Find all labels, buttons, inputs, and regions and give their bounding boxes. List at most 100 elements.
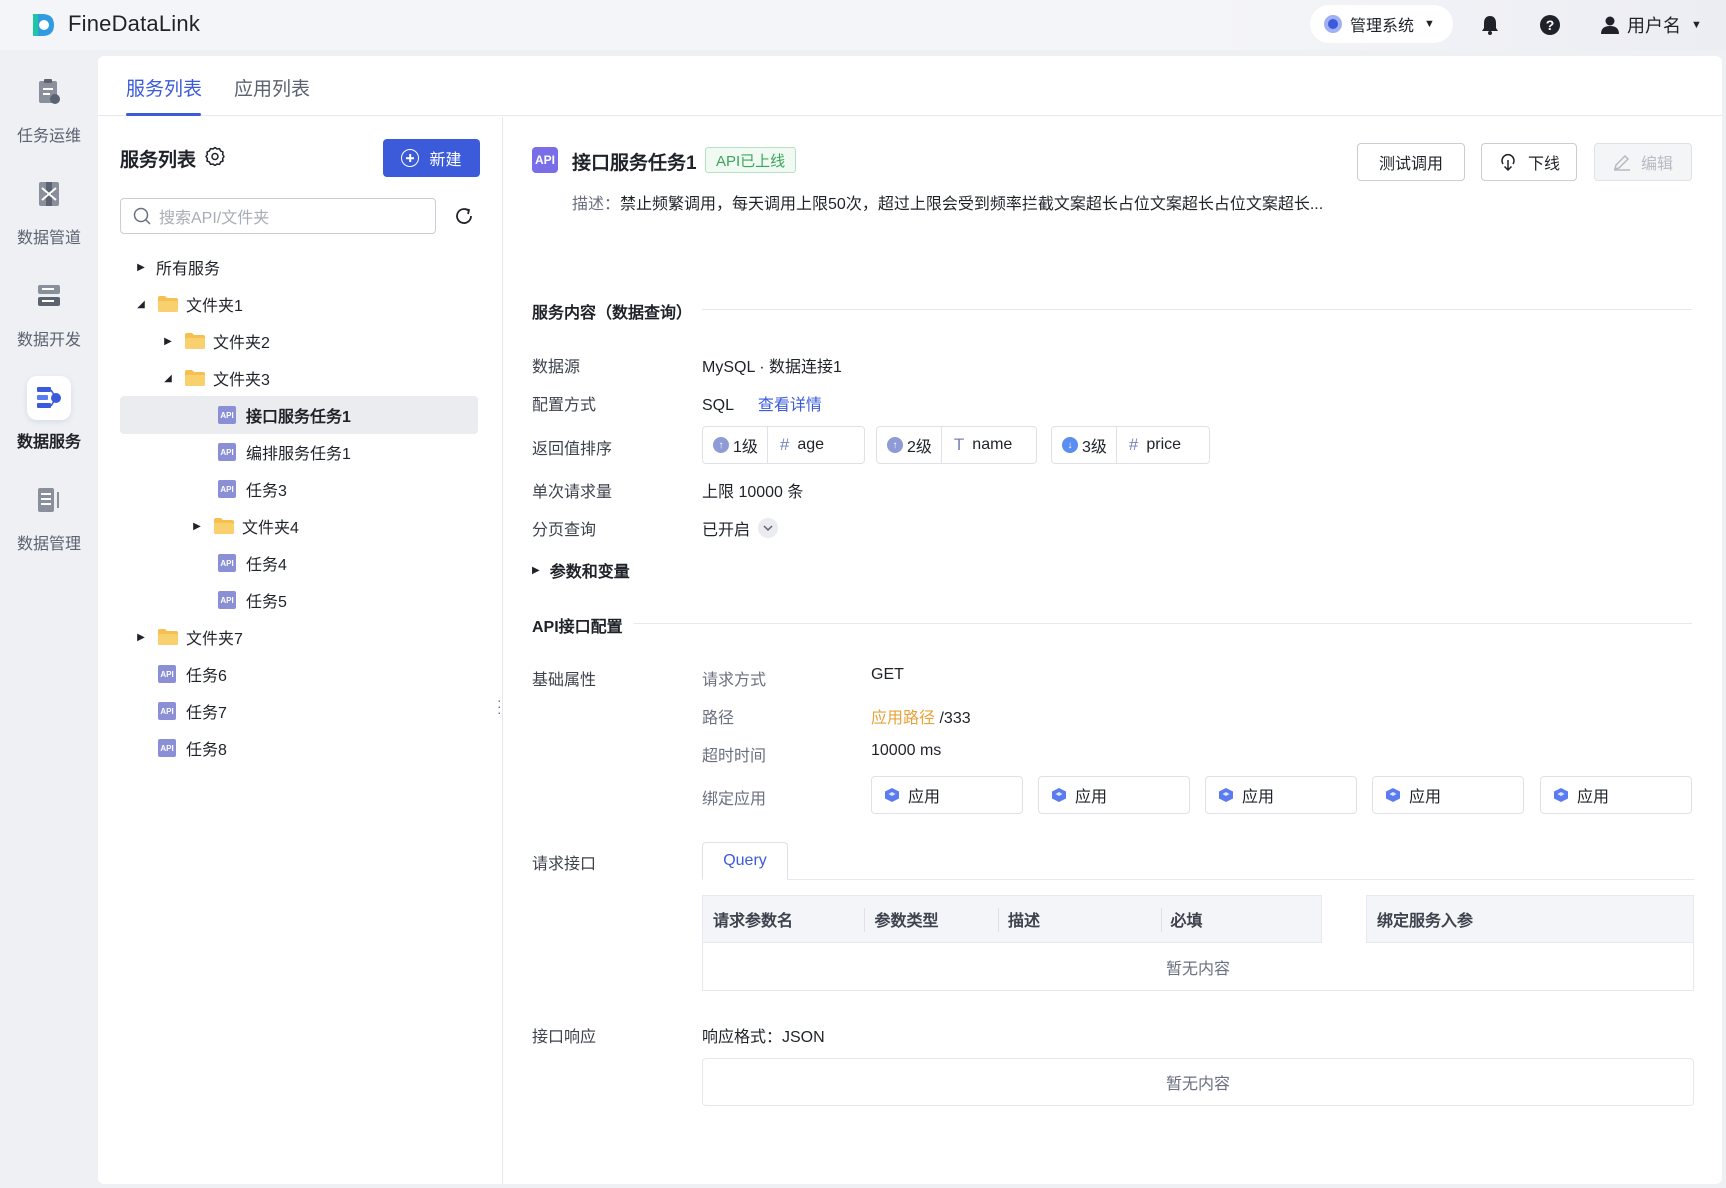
search-input[interactable]: 搜索API/文件夹 <box>120 198 436 234</box>
tree-api-item[interactable]: API 任务6 <box>120 655 478 693</box>
tree-api-item[interactable]: API 任务4 <box>120 544 478 582</box>
tree-item-label: 任务8 <box>186 742 227 759</box>
method-value: GET <box>871 666 904 683</box>
api-icon: API <box>158 665 176 683</box>
api-icon: API <box>218 443 236 461</box>
bind-table-header: 绑定服务入参 <box>1366 895 1694 943</box>
path-prefix: 应用路径 <box>871 710 936 727</box>
data-service-icon <box>27 376 71 420</box>
sort-rule[interactable]: ↑ 2级 T name <box>876 426 1037 464</box>
data-manage-icon <box>27 478 71 522</box>
nav-item-task-ops[interactable]: 任务运维 <box>0 70 98 160</box>
folder-icon <box>185 333 205 349</box>
edit-button[interactable]: 编辑 <box>1594 143 1692 181</box>
sort-field: T name <box>942 435 1036 455</box>
nav-item-data-dev[interactable]: 数据开发 <box>0 274 98 364</box>
test-call-button[interactable]: 测试调用 <box>1357 143 1465 181</box>
params-toggle[interactable]: ▶ 参数和变量 <box>532 558 630 582</box>
new-button[interactable]: 新建 <box>383 139 480 177</box>
gear-icon[interactable] <box>205 146 225 166</box>
bell-icon[interactable] <box>1478 13 1502 37</box>
param-table-header: 请求参数名 参数类型 描述 必填 <box>702 895 1322 943</box>
download-icon <box>1501 154 1515 172</box>
tree-item-label: 文件夹1 <box>186 298 243 315</box>
tree-api-item[interactable]: API 任务8 <box>120 729 478 767</box>
refresh-icon[interactable] <box>453 205 475 227</box>
field-label: 基础属性 <box>532 672 597 689</box>
timeout-value: 10000 ms <box>871 742 942 759</box>
field-label: 配置方式 <box>532 397 597 414</box>
arrow-down-icon: ↓ <box>1062 437 1078 453</box>
path-value: 应用路径 /333 <box>871 704 971 728</box>
tree-folder[interactable]: ▶ 文件夹4 <box>120 507 478 545</box>
bound-app-item[interactable]: 应用 <box>1372 776 1524 814</box>
user-menu[interactable]: 用户名 ▼ <box>1601 12 1702 38</box>
tab-query[interactable]: Query <box>702 842 788 880</box>
column-header: 绑定服务入参 <box>1377 913 1474 930</box>
finedatalink-logo <box>33 14 54 36</box>
nav-item-data-service[interactable]: 数据服务 <box>0 376 98 466</box>
tree-folder[interactable]: ◢ 文件夹1 <box>120 285 478 323</box>
main-card: 服务列表 应用列表 服务列表 新建 搜索API/文件夹 ▶ 所有服务 ◢ 文件夹… <box>98 56 1722 1184</box>
tree-api-item[interactable]: API 任务5 <box>120 581 478 619</box>
sort-field-label: age <box>797 436 825 453</box>
caret-down-icon: ◢ <box>164 372 172 384</box>
offline-button-label: 下线 <box>1527 156 1560 173</box>
tree-folder[interactable]: ◢ 文件夹3 <box>120 359 478 397</box>
caret-down-icon: ◢ <box>137 298 145 310</box>
tree-folder[interactable]: ▶ 文件夹7 <box>120 618 478 656</box>
nav-label: 数据管理 <box>16 536 81 553</box>
api-icon: API <box>218 406 236 424</box>
sort-level-label: 2级 <box>907 439 932 456</box>
pencil-icon <box>1613 154 1630 171</box>
help-icon[interactable]: ? <box>1538 13 1562 37</box>
sub-field-label: 绑定应用 <box>702 791 767 808</box>
bound-app-label: 应用 <box>1577 789 1610 806</box>
sort-rule[interactable]: ↓ 3级 # price <box>1051 426 1210 464</box>
tree-api-item[interactable]: API 编排服务任务1 <box>120 433 478 471</box>
tree-folder[interactable]: ▶ 文件夹2 <box>120 322 478 360</box>
tab-app-list[interactable]: 应用列表 <box>234 74 310 101</box>
column-header: 描述 <box>998 896 1160 942</box>
data-dev-icon <box>27 274 71 318</box>
field-label: 数据源 <box>532 359 581 376</box>
caret-right-icon: ▶ <box>137 631 145 643</box>
edit-button-label: 编辑 <box>1640 156 1673 173</box>
view-details-link[interactable]: 查看详情 <box>758 397 822 414</box>
api-icon: API <box>218 554 236 572</box>
caret-down-icon: ▼ <box>1691 19 1702 31</box>
sort-level: ↓ 3级 <box>1052 427 1117 463</box>
section-divider <box>702 309 1692 310</box>
tree-item-label: 任务7 <box>186 705 227 722</box>
caret-right-icon: ▶ <box>137 261 145 273</box>
column-header: 请求参数名 <box>713 913 794 930</box>
api-icon: API <box>218 480 236 498</box>
tree-item-all-services[interactable]: ▶ 所有服务 <box>120 248 478 286</box>
nav-item-data-manage[interactable]: 数据管理 <box>0 478 98 568</box>
params-toggle-label: 参数和变量 <box>549 564 630 581</box>
user-icon <box>1601 16 1619 34</box>
sort-level-label: 3级 <box>1082 439 1107 456</box>
nav-item-data-pipeline[interactable]: 数据管道 <box>0 172 98 262</box>
bound-app-item[interactable]: 应用 <box>871 776 1023 814</box>
tree-api-item[interactable]: API 任务7 <box>120 692 478 730</box>
bound-app-label: 应用 <box>1075 789 1108 806</box>
caret-down-icon: ▼ <box>1424 18 1435 30</box>
sub-field-label: 路径 <box>702 710 735 727</box>
status-badge: API已上线 <box>705 147 797 173</box>
bound-app-item[interactable]: 应用 <box>1038 776 1190 814</box>
folder-icon <box>158 296 178 312</box>
chevron-down-icon[interactable] <box>758 518 778 538</box>
tree-api-item-selected[interactable]: API 接口服务任务1 <box>120 396 478 434</box>
cube-icon <box>1219 788 1233 802</box>
api-icon: API <box>218 591 236 609</box>
system-switch-dropdown[interactable]: 管理系统 ▼ <box>1310 5 1453 43</box>
bound-app-item[interactable]: 应用 <box>1540 776 1692 814</box>
tree-item-label: 文件夹2 <box>213 335 270 352</box>
bound-app-item[interactable]: 应用 <box>1205 776 1357 814</box>
tab-service-list[interactable]: 服务列表 <box>126 74 202 101</box>
pane-resize-handle[interactable]: · · · <box>497 693 502 719</box>
offline-button[interactable]: 下线 <box>1481 143 1577 181</box>
tree-api-item[interactable]: API 任务3 <box>120 470 478 508</box>
sort-rule[interactable]: ↑ 1级 # age <box>702 426 865 464</box>
